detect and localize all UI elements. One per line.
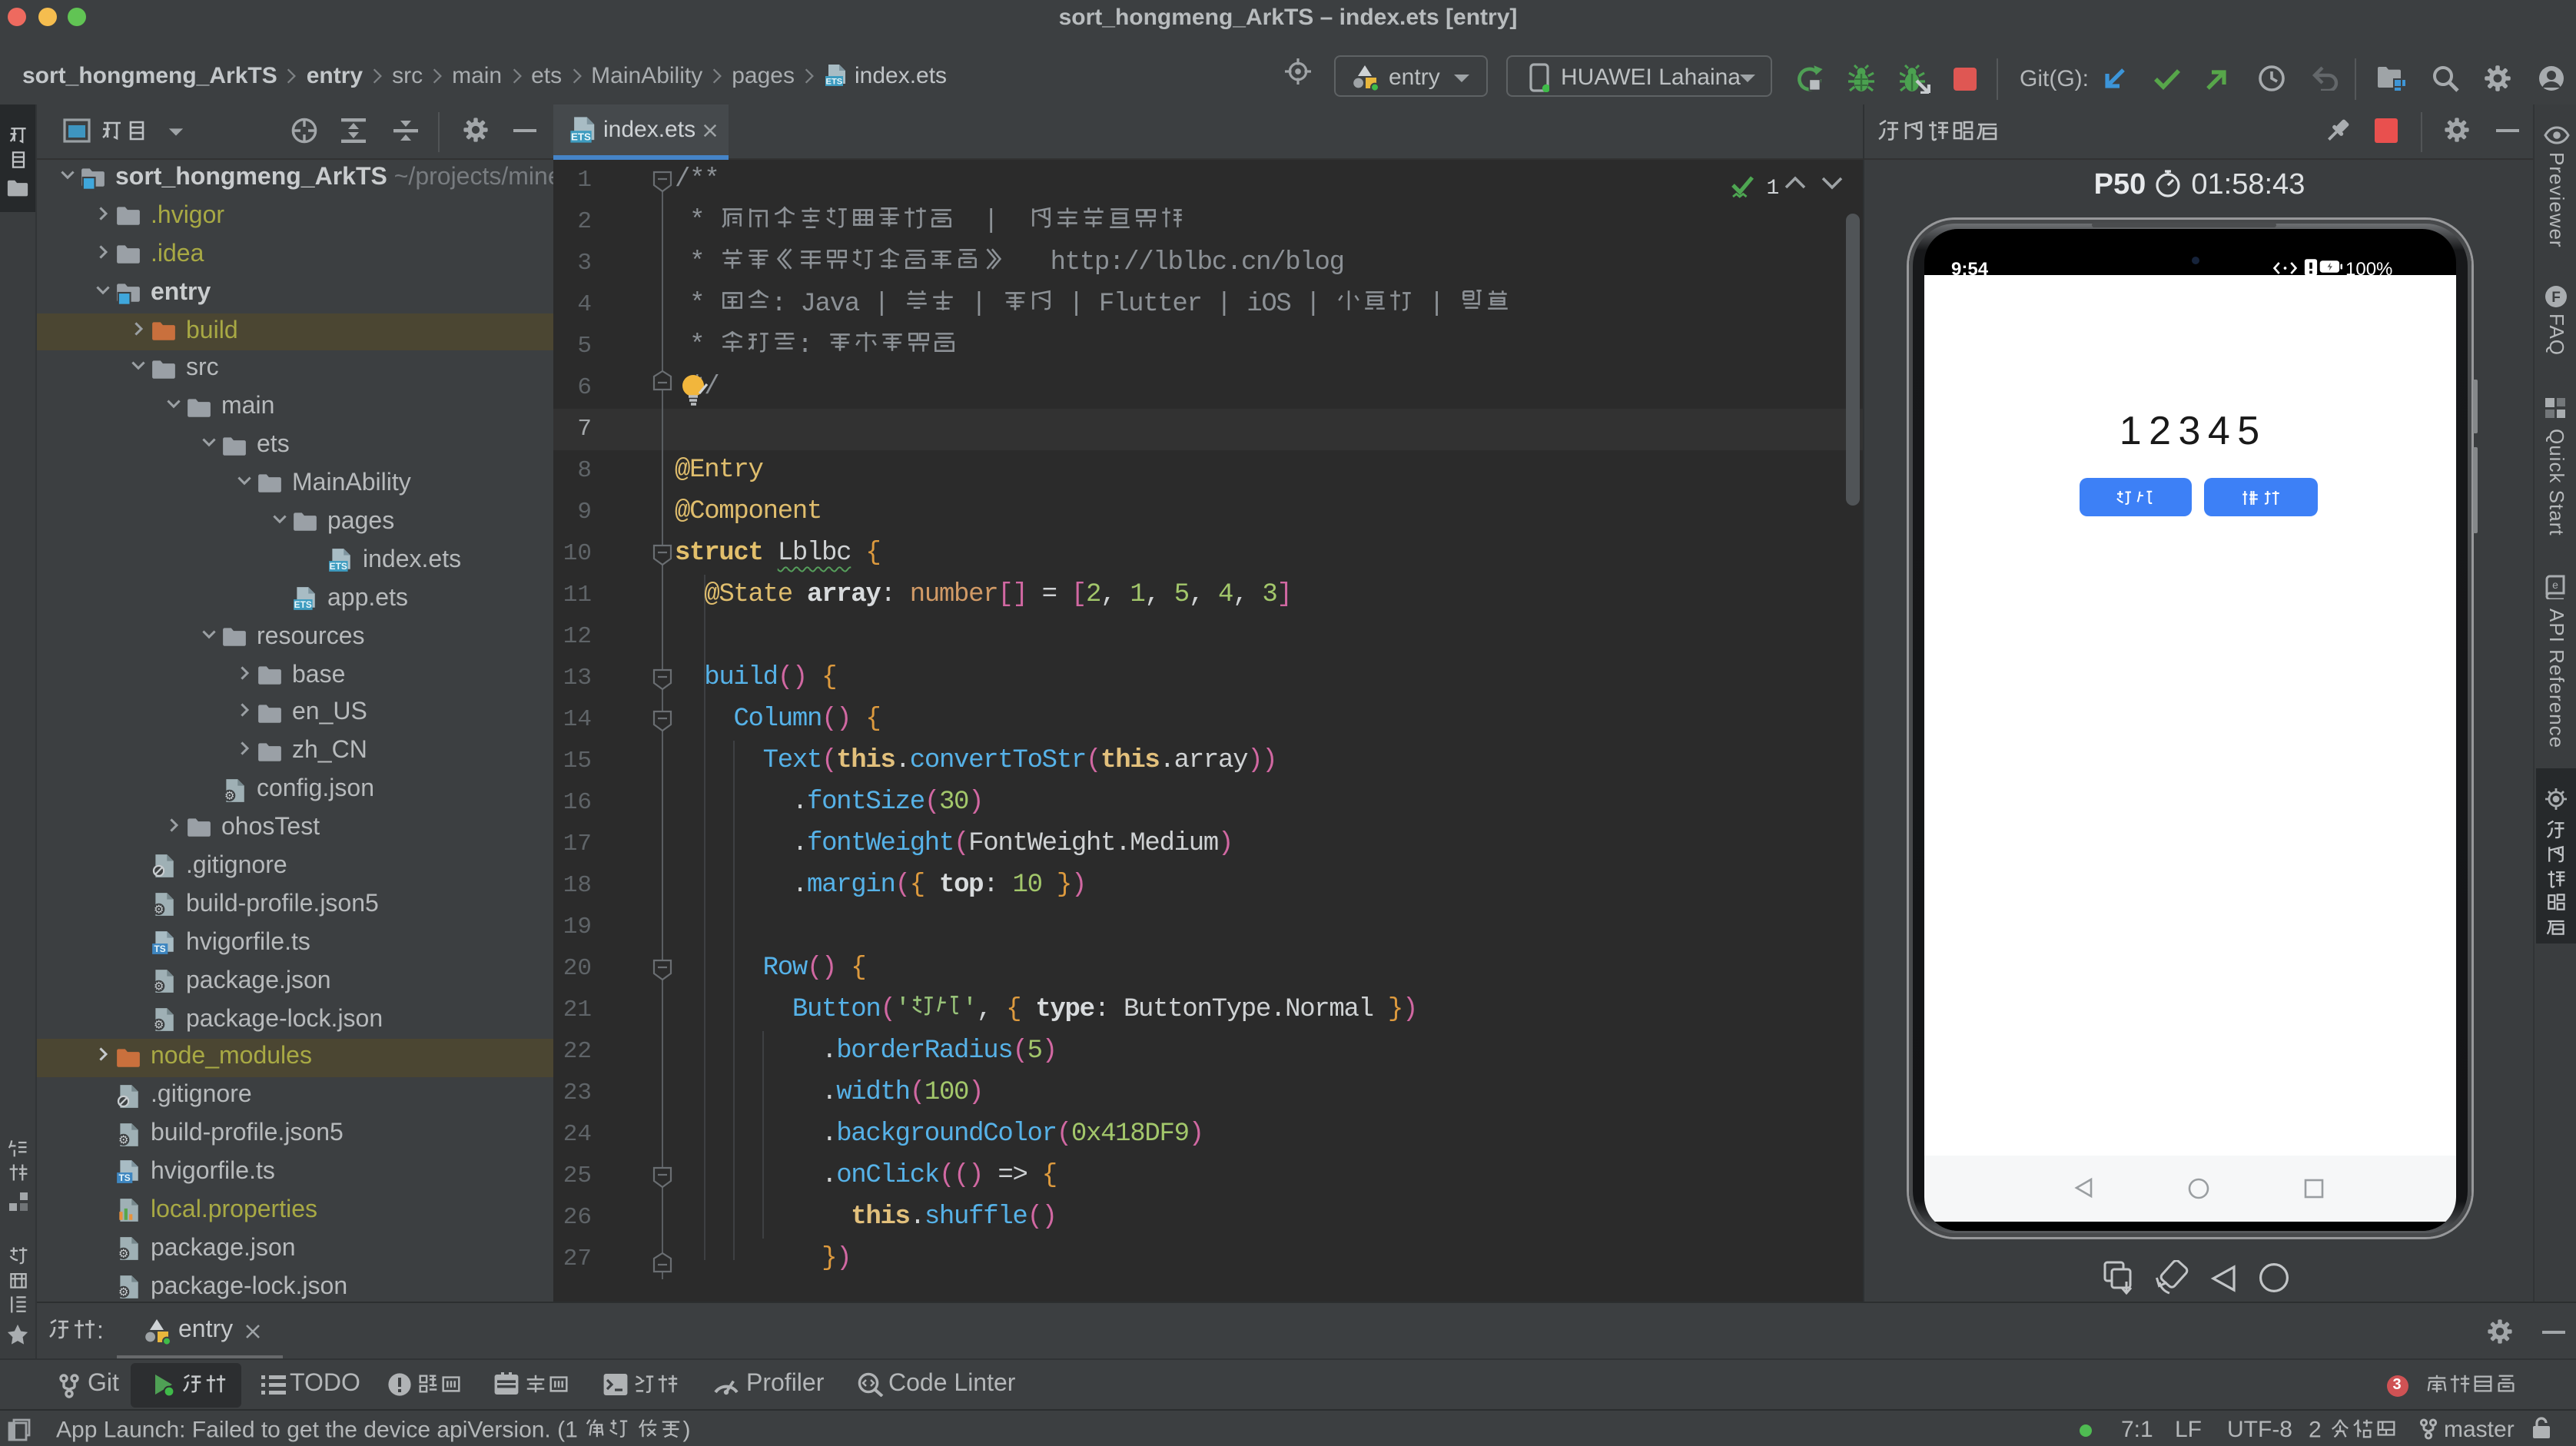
svg-text:⚙: ⚙: [154, 981, 164, 993]
svg-text:ETS: ETS: [294, 599, 312, 610]
svg-text:⚙: ⚙: [154, 1020, 164, 1032]
svg-text:ETS: ETS: [571, 131, 591, 142]
svg-text:⚙: ⚙: [224, 790, 234, 802]
svg-text:ETS: ETS: [825, 76, 842, 85]
svg-text:TS: TS: [119, 1173, 131, 1184]
svg-text:TS: TS: [154, 944, 166, 954]
svg-text:⚙: ⚙: [118, 1287, 128, 1299]
svg-text:⚙: ⚙: [154, 905, 164, 917]
svg-text:⚙: ⚙: [118, 1134, 128, 1146]
svg-text:e: e: [2552, 578, 2558, 590]
svg-text:⚙: ⚙: [118, 1249, 128, 1262]
svg-text:ETS: ETS: [330, 561, 347, 572]
svg-text:F: F: [2551, 290, 2561, 306]
